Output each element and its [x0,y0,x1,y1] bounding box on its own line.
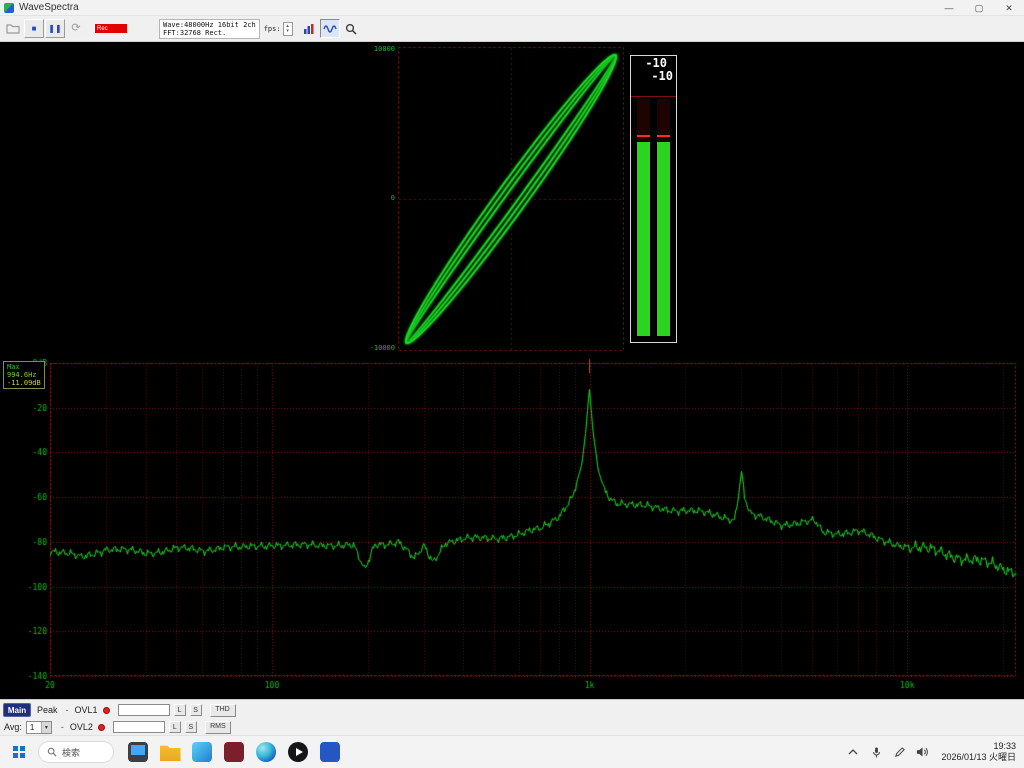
ovl2-led [98,724,105,731]
microphone-icon[interactable] [868,742,884,762]
windows-logo-icon [13,746,25,758]
fps-spinner[interactable]: ▴ ▾ [283,22,293,36]
avg-value: 1 [27,723,41,732]
peak-readout-level: -11.09dB [7,379,41,387]
main-button[interactable]: Main [3,703,31,717]
lissajous-ymid-label: 0 [391,195,395,202]
lissajous-panel: 10000 0 -10000 [398,47,624,351]
taskbar-icon-photos[interactable] [190,740,214,764]
level-meter-button[interactable] [299,19,319,38]
scope-area: 10000 0 -10000 -10 -10 [0,42,1024,356]
meter-peak-right [657,135,670,137]
tray-time: 19:33 [941,741,1016,752]
control-bar: Main Peak - OVL1 L S THD Avg: 1 ▾ - OVL2… [0,699,1024,735]
meter-bars [631,96,676,336]
spinner-down-icon: ▾ [286,29,289,34]
meter-right-value: -10 [631,70,676,83]
s-button-2[interactable]: S [185,721,197,733]
search-placeholder: 検索 [62,746,80,759]
separator: - [61,722,64,732]
lissajous-ymax-label: 10000 [374,46,395,53]
record-label: Rec [97,26,108,32]
meter-bar-right [657,99,670,336]
taskbar: 検索 [0,735,1024,768]
meter-fill-left [637,142,650,336]
thd-button[interactable]: THD [210,704,236,717]
separator: - [66,705,69,715]
wave-format-text: Wave:48000Hz 16bit 2ch [163,21,256,29]
ovl2-label: OVL2 [70,722,93,732]
taskbar-apps [126,740,342,764]
peak-value-field-2[interactable] [113,721,165,733]
taskbar-icon-edge[interactable] [254,740,278,764]
peak-value-field-1[interactable] [118,704,170,716]
taskbar-search[interactable]: 検索 [38,741,114,763]
tray-chevron-up-icon[interactable] [845,742,861,762]
taskbar-icon-pc[interactable] [126,740,150,764]
system-tray: 19:33 2026/01/13 火曜日 [845,741,1024,763]
record-indicator: Rec [95,24,127,33]
taskbar-clock[interactable]: 19:33 2026/01/13 火曜日 [941,741,1016,763]
fps-label: fps: [264,25,281,33]
l-button-1[interactable]: L [174,704,186,716]
ovl1-label: OVL1 [75,705,98,715]
peak-label: Peak [37,705,58,715]
chevron-down-icon: ▾ [41,722,51,733]
level-bars-icon [303,23,315,35]
loop-button[interactable]: ⟳ [66,19,86,38]
maximize-button[interactable]: ▢ [964,0,994,16]
l-button-2[interactable]: L [169,721,181,733]
wavespectra-app: WaveSpectra — ▢ ✕ ■ ❚❚ ⟳ Rec Wave:48000H… [0,0,1024,768]
speaker-icon[interactable] [914,742,930,762]
stop-button[interactable]: ■ [24,19,44,38]
meter-fill-right [657,142,670,336]
lissajous-canvas [398,47,624,351]
taskbar-icon-explorer[interactable] [158,740,182,764]
app-icon [4,3,14,13]
format-info-box: Wave:48000Hz 16bit 2ch FFT:32768 Rect. [159,19,260,39]
window-title: WaveSpectra [19,2,79,13]
close-button[interactable]: ✕ [994,0,1024,16]
peak-readout: Max 994.6Hz -11.09dB [3,361,45,389]
open-file-button[interactable] [3,19,23,38]
titlebar: WaveSpectra — ▢ ✕ [0,0,1024,16]
spectrum-panel: Max 994.6Hz -11.09dB [0,356,1024,699]
minimize-button[interactable]: — [934,0,964,16]
s-button-1[interactable]: S [190,704,202,716]
loop-icon: ⟳ [71,23,80,34]
ovl1-led [103,707,110,714]
taskbar-icon-app[interactable] [222,740,246,764]
peak-readout-frequency: 994.6Hz [7,371,41,379]
toolbar: ■ ❚❚ ⟳ Rec Wave:48000Hz 16bit 2ch FFT:32… [0,16,1024,42]
open-folder-icon [6,23,20,34]
rms-button[interactable]: RMS [205,721,231,734]
lissajous-ymin-label: -10000 [370,345,395,352]
level-meter-panel: -10 -10 [630,55,677,343]
fft-format-text: FFT:32768 Rect. [163,29,256,37]
pause-button[interactable]: ❚❚ [45,19,65,38]
taskbar-icon-media-player[interactable] [286,740,310,764]
spectrum-canvas [0,356,1024,699]
start-button[interactable] [6,739,32,765]
tray-date: 2026/01/13 火曜日 [941,752,1016,763]
display-toggle-button[interactable] [320,19,340,38]
settings-button[interactable] [341,19,361,38]
magnifier-icon [345,23,357,35]
meter-peak-left [637,135,650,137]
taskbar-icon-player[interactable] [318,740,342,764]
avg-select[interactable]: 1 ▾ [26,721,52,734]
pen-icon[interactable] [891,742,907,762]
meter-bar-left [637,99,650,336]
search-icon [47,747,57,757]
waveform-icon [323,23,337,35]
avg-label: Avg: [4,722,22,732]
pause-icon: ❚❚ [48,25,61,33]
stop-icon: ■ [32,25,37,33]
peak-readout-label: Max [7,363,41,371]
